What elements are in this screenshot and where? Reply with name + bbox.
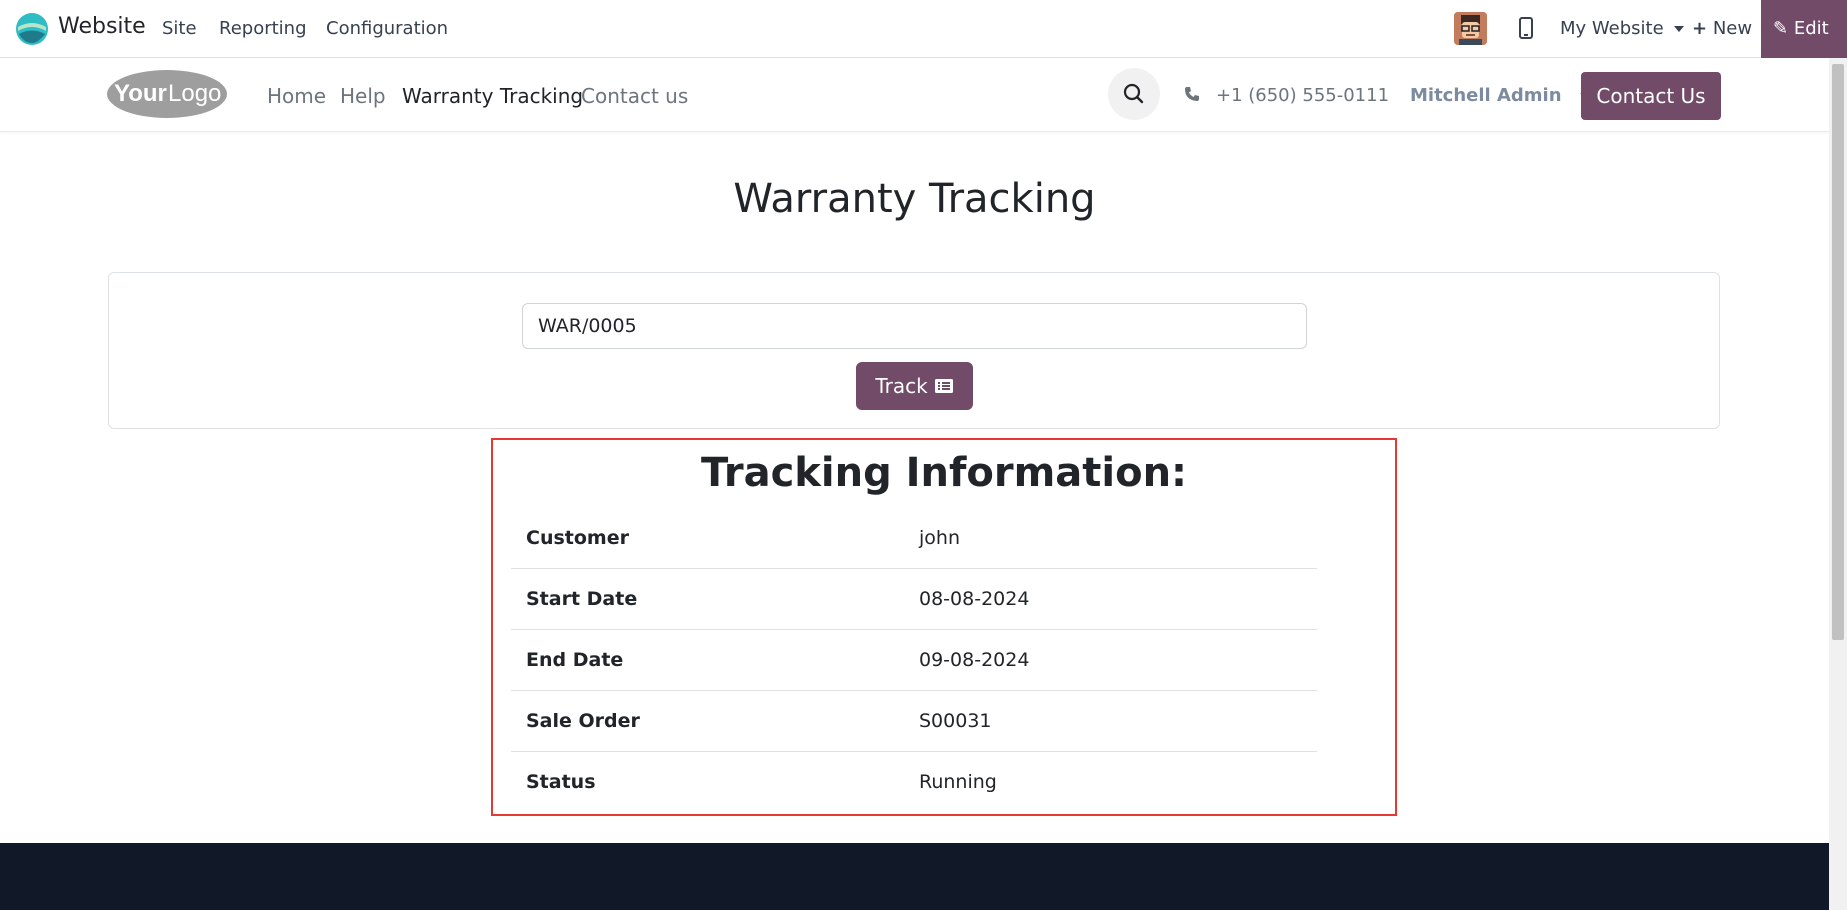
user-menu[interactable]: Mitchell Admin — [1410, 85, 1592, 106]
app-name[interactable]: Website — [58, 14, 146, 39]
admin-navbar: Website Site Reporting Configuration My … — [0, 0, 1847, 58]
user-avatar[interactable] — [1454, 12, 1487, 45]
contact-us-button[interactable]: Contact Us — [1581, 72, 1721, 120]
row-value-customer: john — [904, 508, 1317, 569]
edit-button-label: Edit — [1793, 18, 1829, 39]
table-row: Status Running — [511, 752, 1317, 813]
search-button[interactable] — [1108, 68, 1160, 120]
website-header: Your Logo Home Help Warranty Tracking Co… — [0, 58, 1829, 132]
menu-site[interactable]: Site — [162, 18, 197, 39]
nav-help[interactable]: Help — [340, 84, 386, 108]
phone-icon — [1185, 87, 1199, 101]
warranty-number-input[interactable] — [522, 303, 1307, 349]
table-row: Sale Order S00031 — [511, 690, 1317, 752]
table-row: Start Date 08-08-2024 — [511, 568, 1317, 630]
nav-home[interactable]: Home — [267, 84, 326, 108]
brand-logo[interactable]: Your Logo — [106, 68, 228, 120]
row-label-end-date: End Date — [511, 629, 904, 691]
phone-number[interactable]: +1 (650) 555-0111 — [1216, 85, 1389, 106]
track-button-label: Track — [875, 374, 928, 398]
nav-contact-us[interactable]: Contact us — [581, 84, 688, 108]
caret-down-icon — [1674, 26, 1685, 32]
row-label-status: Status — [526, 771, 596, 793]
table-row: Customer john — [511, 508, 1317, 569]
search-icon — [1123, 83, 1144, 104]
user-name: Mitchell Admin — [1410, 85, 1562, 106]
website-switcher-label: My Website — [1560, 18, 1664, 39]
footer — [0, 843, 1829, 910]
plus-icon: + — [1692, 18, 1708, 39]
row-value-sale-order: S00031 — [904, 690, 1317, 752]
new-button-label: New — [1712, 18, 1753, 39]
page-title: Warranty Tracking — [733, 176, 1096, 222]
svg-text:Your: Your — [114, 80, 167, 107]
website-app-icon[interactable] — [16, 13, 48, 45]
new-button[interactable]: + New — [1692, 18, 1752, 39]
row-value-start-date: 08-08-2024 — [904, 568, 1317, 630]
website-switcher[interactable]: My Website — [1560, 18, 1685, 39]
row-label-sale-order: Sale Order — [511, 690, 904, 752]
row-label-start-date: Start Date — [511, 568, 904, 630]
nav-warranty-tracking[interactable]: Warranty Tracking — [402, 84, 583, 108]
track-button[interactable]: Track — [856, 362, 973, 410]
pencil-icon: ✎ — [1773, 18, 1789, 39]
scrollbar-thumb[interactable] — [1832, 64, 1844, 640]
tracking-info-table: Customer john Start Date 08-08-2024 End … — [511, 508, 1317, 812]
menu-configuration[interactable]: Configuration — [326, 18, 448, 39]
table-row: End Date 09-08-2024 — [511, 629, 1317, 691]
row-label-customer: Customer — [511, 508, 904, 569]
svg-text:Logo: Logo — [168, 80, 221, 107]
list-alt-icon — [934, 379, 953, 393]
row-value-status: Running — [919, 771, 997, 793]
tracking-info-title: Tracking Information: — [700, 450, 1188, 496]
edit-button[interactable]: ✎ Edit — [1761, 0, 1847, 58]
mobile-preview-icon[interactable] — [1519, 17, 1533, 39]
row-value-end-date: 09-08-2024 — [904, 629, 1317, 691]
menu-reporting[interactable]: Reporting — [219, 18, 307, 39]
